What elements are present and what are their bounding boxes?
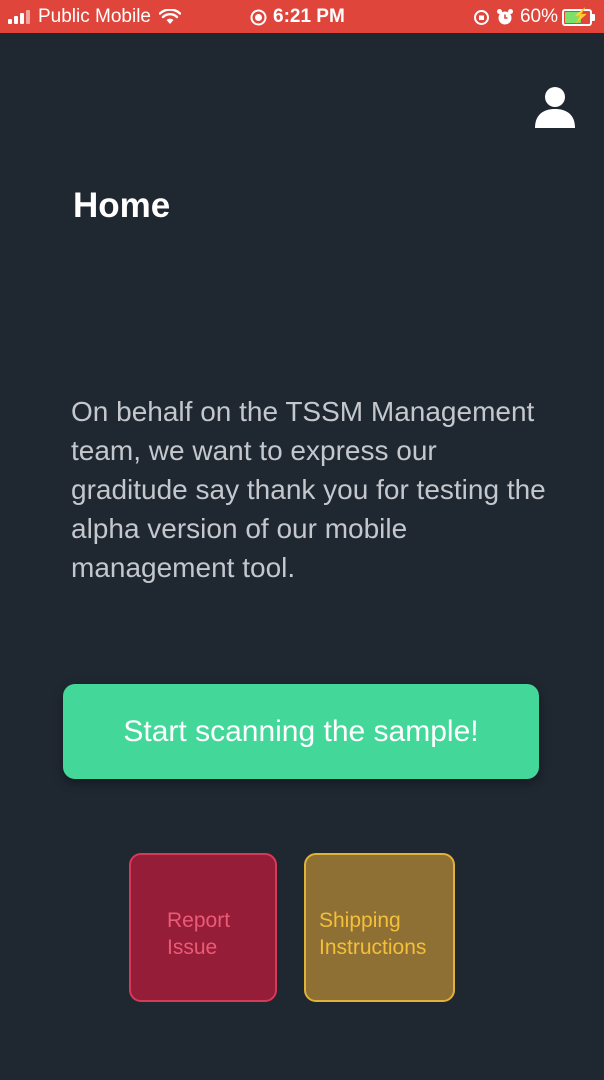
carrier-name: Public Mobile (38, 6, 151, 27)
page-title: Home (73, 186, 171, 225)
shipping-instructions-label-line1: Shipping (319, 909, 401, 932)
shipping-instructions-label-line2: Instructions (319, 936, 427, 959)
status-time: 6:21 PM (273, 6, 345, 27)
profile-button[interactable] (532, 84, 578, 130)
cellular-signal-icon (8, 10, 32, 24)
battery-icon: ⚡ (562, 6, 595, 26)
screen-recording-icon (250, 9, 267, 25)
alarm-icon (496, 9, 513, 25)
status-bar: Public Mobile 6:21 PM 60% ⚡ (0, 0, 604, 33)
status-center: 6:21 PM (250, 6, 345, 28)
wifi-icon (159, 9, 181, 24)
status-left: Public Mobile (8, 6, 181, 28)
welcome-message: On behalf on the TSSM Management team, w… (71, 396, 546, 583)
orientation-lock-icon (473, 9, 489, 25)
report-issue-button[interactable]: Report Issue (129, 853, 277, 1002)
user-icon (535, 87, 575, 128)
shipping-instructions-button[interactable]: Shipping Instructions (304, 853, 455, 1002)
report-issue-label-line1: Report (167, 909, 231, 932)
status-right: 60% ⚡ (473, 6, 595, 28)
charging-bolt-icon: ⚡ (572, 6, 590, 23)
battery-percent: 60% (519, 6, 558, 27)
report-issue-label-line2: Issue (167, 936, 218, 959)
start-scanning-button[interactable]: Start scanning the sample! (63, 684, 539, 779)
